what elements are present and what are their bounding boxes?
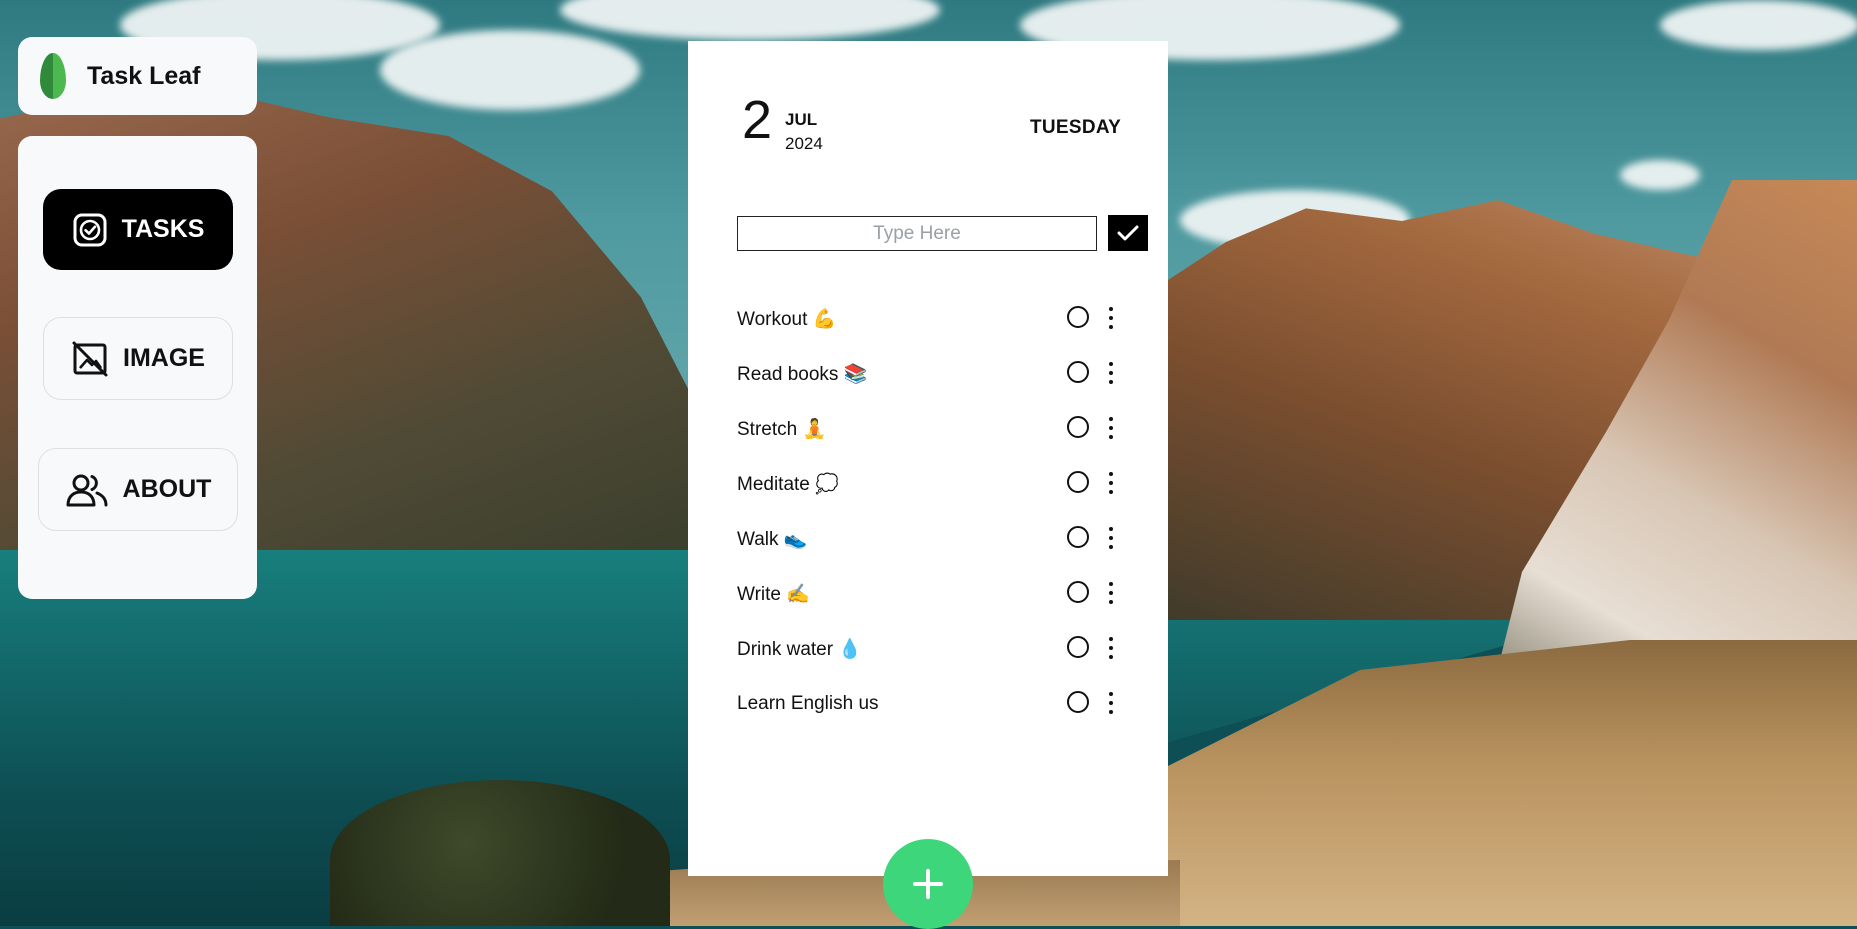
nav-tasks-button[interactable]: TASKS: [43, 189, 233, 270]
cloud: [1660, 0, 1857, 50]
submit-task-button[interactable]: [1108, 215, 1148, 251]
task-row: Walk 👟: [737, 511, 1132, 566]
task-panel: 2 JUL 2024 TUESDAY Workout 💪 Read books …: [688, 41, 1168, 876]
date-year: 2024: [785, 134, 823, 153]
leaf-logo-icon: [40, 53, 66, 99]
task-more-options-icon[interactable]: [1106, 362, 1116, 384]
brand-card: Task Leaf: [18, 37, 257, 115]
task-complete-circle-icon[interactable]: [1067, 471, 1089, 493]
task-row: Write ✍️: [737, 566, 1132, 621]
date-month: JUL: [785, 110, 818, 129]
task-input[interactable]: [737, 216, 1097, 251]
task-row: Meditate 💭: [737, 456, 1132, 511]
task-complete-circle-icon[interactable]: [1067, 636, 1089, 658]
nav-image-button[interactable]: IMAGE: [43, 317, 233, 400]
users-icon: [66, 474, 108, 506]
check-square-icon: [73, 213, 107, 246]
task-more-options-icon[interactable]: [1106, 472, 1116, 494]
task-complete-circle-icon[interactable]: [1067, 306, 1089, 328]
nav-image-label: IMAGE: [123, 344, 205, 372]
add-task-fab-button[interactable]: [883, 839, 973, 929]
task-row: Read books 📚: [737, 346, 1132, 401]
task-complete-circle-icon[interactable]: [1067, 526, 1089, 548]
nav-about-button[interactable]: ABOUT: [38, 448, 238, 531]
task-complete-circle-icon[interactable]: [1067, 361, 1089, 383]
task-more-options-icon[interactable]: [1106, 417, 1116, 439]
task-more-options-icon[interactable]: [1106, 637, 1116, 659]
task-row: Learn English us: [737, 676, 1132, 731]
nav-tasks-label: TASKS: [121, 215, 205, 243]
cloud: [1620, 160, 1700, 190]
app-name: Task Leaf: [87, 61, 201, 90]
task-more-options-icon[interactable]: [1106, 527, 1116, 549]
task-more-options-icon[interactable]: [1106, 582, 1116, 604]
task-row: Drink water 💧: [737, 621, 1132, 676]
task-complete-circle-icon[interactable]: [1067, 691, 1089, 713]
task-list: Workout 💪 Read books 📚 Stretch 🧘 Meditat…: [737, 291, 1132, 731]
task-row: Stretch 🧘: [737, 401, 1132, 456]
nav-about-label: ABOUT: [122, 475, 212, 503]
date-day: 2: [742, 90, 773, 150]
side-navigation: TASKS IMAGE ABOUT: [18, 136, 257, 599]
task-more-options-icon[interactable]: [1106, 692, 1116, 714]
tree-cluster: [330, 780, 670, 926]
task-more-options-icon[interactable]: [1106, 307, 1116, 329]
task-complete-circle-icon[interactable]: [1067, 581, 1089, 603]
task-row: Workout 💪: [737, 291, 1132, 346]
date-weekday: TUESDAY: [1030, 117, 1122, 138]
cloud: [380, 30, 640, 110]
task-complete-circle-icon[interactable]: [1067, 416, 1089, 438]
plus-icon: [913, 869, 943, 899]
checkmark-icon: [1117, 225, 1139, 241]
image-off-icon: [72, 341, 108, 376]
